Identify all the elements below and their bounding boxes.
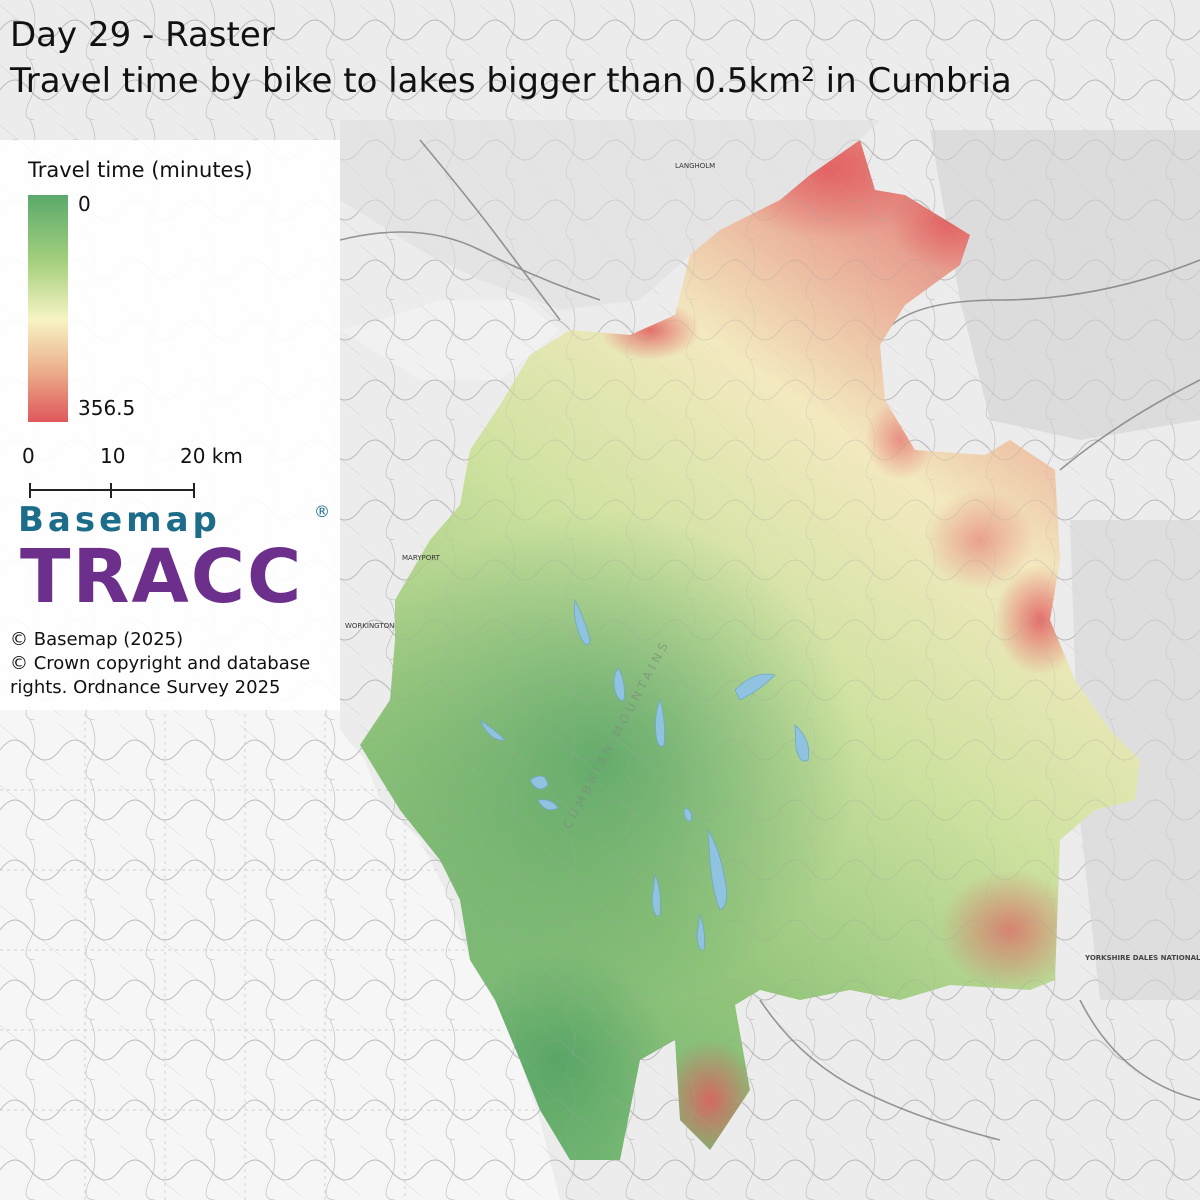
registered-mark: ® bbox=[314, 502, 330, 521]
map-label-town: WORKINGTON bbox=[345, 622, 394, 630]
map-label-national-park: YORKSHIRE DALES NATIONAL PARK bbox=[1084, 954, 1200, 962]
tracc-logo: TRACC bbox=[20, 534, 304, 620]
legend-color-ramp bbox=[28, 195, 68, 422]
credits: © Basemap (2025) © Crown copyright and d… bbox=[10, 628, 310, 700]
legend-min-label: 0 bbox=[78, 192, 91, 216]
credit-line: © Basemap (2025) bbox=[10, 629, 184, 650]
map-page: CUMBRIAN MOUNTAINS YORKSHIRE DALES NATIO… bbox=[0, 0, 1200, 1200]
credit-line: © Crown copyright and database bbox=[10, 653, 311, 674]
map-label-town: MARYPORT bbox=[402, 554, 441, 562]
legend-title: Travel time (minutes) bbox=[28, 158, 253, 182]
legend-panel: Travel time (minutes) 0 356.5 0 10 20 km… bbox=[0, 140, 340, 710]
scale-bar bbox=[29, 483, 195, 498]
title-line-2: Travel time by bike to lakes bigger than… bbox=[10, 61, 1012, 101]
legend-max-label: 356.5 bbox=[78, 396, 136, 420]
map-label-town: LANGHOLM bbox=[675, 162, 715, 170]
credit-line: rights. Ordnance Survey 2025 bbox=[10, 677, 281, 698]
title-line-1: Day 29 - Raster bbox=[10, 15, 275, 55]
map-title: Day 29 - Raster Travel time by bike to l… bbox=[10, 12, 1012, 104]
